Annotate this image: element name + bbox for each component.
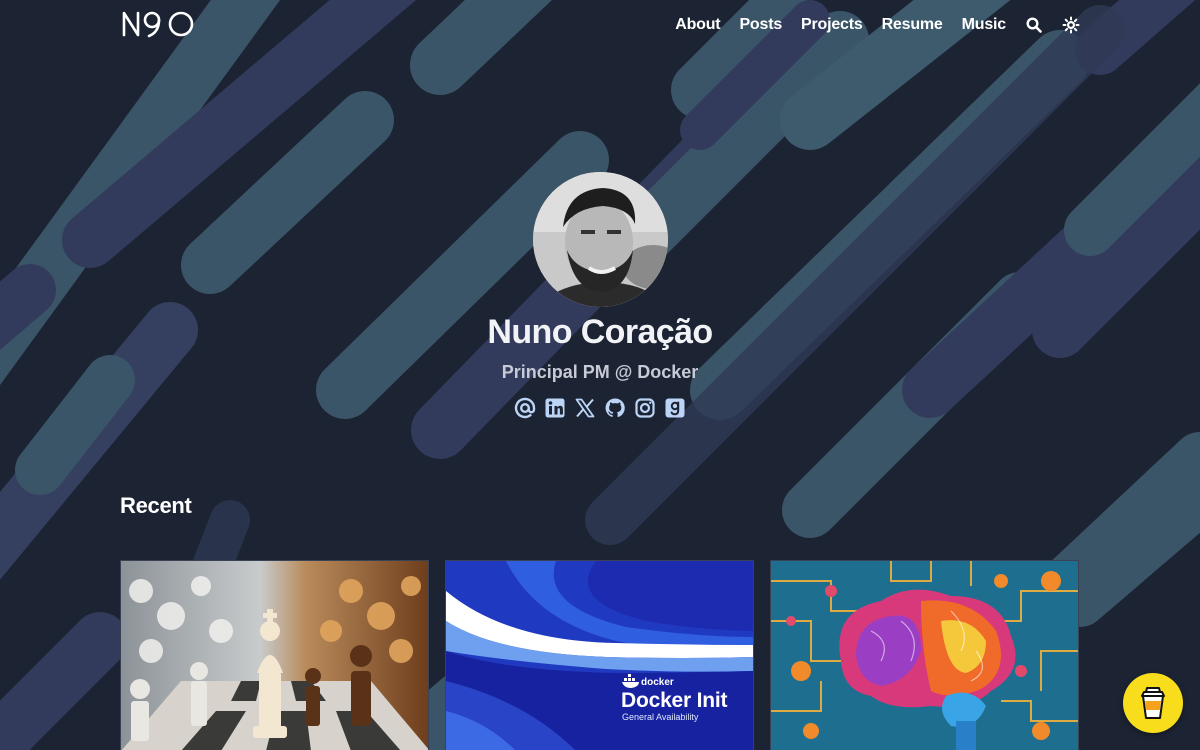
x-icon[interactable] [574, 397, 596, 419]
recent-post-card[interactable] [120, 560, 429, 750]
recent-heading: Recent [120, 493, 192, 518]
instagram-icon[interactable] [634, 397, 656, 419]
docker-init-banner [446, 561, 753, 750]
n9o-logo-icon [122, 11, 194, 38]
goodreads-icon[interactable] [664, 397, 686, 419]
buy-me-a-coffee-button[interactable] [1123, 673, 1183, 733]
nav-resume[interactable]: Resume [882, 16, 943, 34]
site-logo[interactable] [122, 10, 194, 38]
theme-toggle-icon[interactable] [1062, 16, 1080, 34]
page: About Posts Projects Resume Music Nuno C… [0, 0, 1200, 750]
recent-post-card[interactable]: docker Docker Init General Availability [445, 560, 754, 750]
recent-post-card[interactable] [770, 560, 1079, 750]
email-icon[interactable] [514, 397, 536, 419]
avatar [533, 172, 668, 307]
nav-projects[interactable]: Projects [801, 16, 863, 34]
main-nav: About Posts Projects Resume Music [675, 0, 1080, 50]
docker-brand-label: docker [641, 677, 674, 688]
coffee-cup-icon [1141, 687, 1165, 719]
profile-role: Principal PM @ Docker [501, 362, 699, 382]
nav-about[interactable]: About [675, 16, 720, 34]
top-navigation: About Posts Projects Resume Music [0, 0, 1200, 50]
docker-init-subline: General Availability [622, 712, 699, 722]
colorful-brain-illustration [771, 561, 1078, 750]
linkedin-icon[interactable] [544, 397, 566, 419]
github-icon[interactable] [604, 397, 626, 419]
search-icon[interactable] [1025, 16, 1043, 34]
social-links [0, 397, 1200, 421]
chess-pieces-illustration [121, 561, 428, 750]
profile-photo [533, 172, 668, 307]
docker-init-headline: Docker Init [621, 689, 728, 712]
nav-posts[interactable]: Posts [739, 16, 782, 34]
nav-music[interactable]: Music [962, 16, 1007, 34]
profile-name: Nuno Coração [487, 313, 713, 351]
